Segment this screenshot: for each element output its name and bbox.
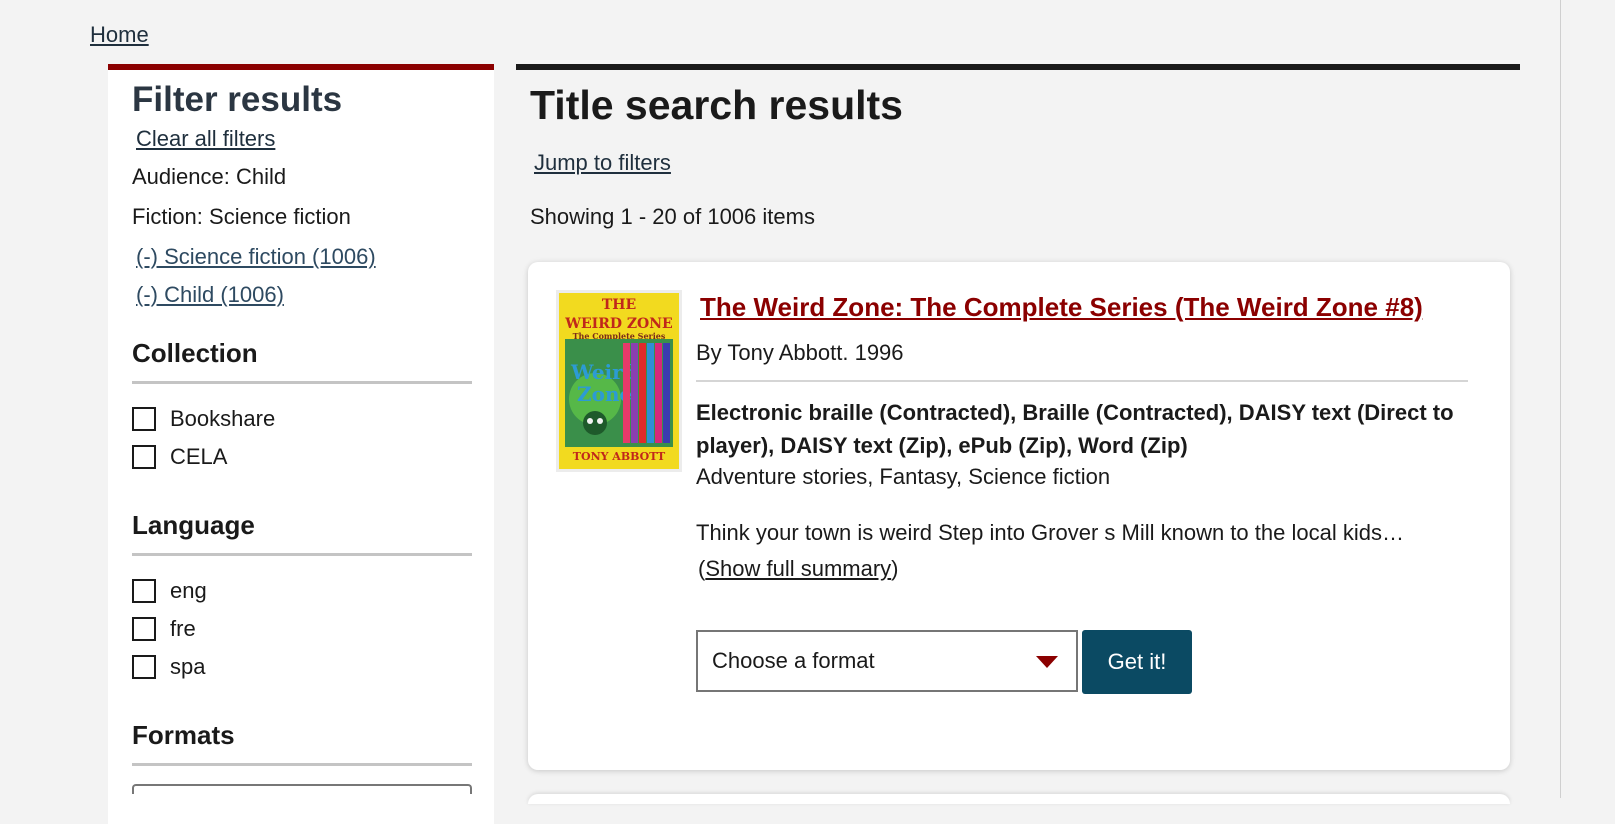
book-cover-image[interactable]: THE WEIRD ZONE The Complete Series Weird… bbox=[556, 290, 682, 472]
active-filter-audience: Audience: Child bbox=[132, 164, 287, 189]
active-filter-fiction: Fiction: Science fiction bbox=[132, 204, 351, 229]
page-title: Title search results bbox=[530, 82, 903, 128]
jump-to-filters-link[interactable]: Jump to filters bbox=[534, 150, 671, 176]
facet-heading-formats: Formats bbox=[132, 720, 472, 766]
breadcrumb-home-link[interactable]: Home bbox=[90, 22, 149, 47]
cover-title-line2: WEIRD ZONE bbox=[565, 316, 673, 332]
cover-author: TONY ABBOTT bbox=[572, 450, 666, 463]
book-title-link[interactable]: The Weird Zone: The Complete Series (The… bbox=[700, 292, 1423, 323]
filter-results-heading: Filter results bbox=[132, 80, 343, 119]
formats-filter-field[interactable] bbox=[132, 784, 472, 794]
facet-option-eng[interactable]: eng bbox=[132, 572, 470, 610]
facet-heading-language: Language bbox=[132, 510, 472, 556]
facet-option-label: Bookshare bbox=[170, 406, 276, 431]
search-results-main: Title search results Jump to filters Sho… bbox=[516, 64, 1520, 804]
facet-option-cela[interactable]: CELA bbox=[132, 438, 470, 476]
book-summary: Think your town is weird Step into Grove… bbox=[696, 520, 1404, 545]
get-it-button[interactable]: Get it! bbox=[1082, 630, 1192, 694]
book-genres: Adventure stories, Fantasy, Science fict… bbox=[696, 464, 1111, 489]
facet-option-label: spa bbox=[170, 654, 206, 679]
filter-sidebar: Filter results Clear all filters Audienc… bbox=[108, 64, 494, 824]
next-result-card bbox=[528, 794, 1510, 804]
format-select[interactable]: Choose a format bbox=[696, 630, 1078, 692]
breadcrumb: Home bbox=[90, 22, 149, 48]
summary-toggle: (Show full summary) bbox=[698, 556, 899, 581]
facet-option-label: fre bbox=[170, 616, 196, 641]
book-formats: Electronic braille (Contracted), Braille… bbox=[696, 400, 1454, 458]
facet-heading-collection: Collection bbox=[132, 338, 472, 384]
facet-option-label: eng bbox=[170, 578, 207, 603]
checkbox-fre[interactable] bbox=[132, 617, 156, 641]
facet-option-bookshare[interactable]: Bookshare bbox=[132, 400, 470, 438]
checkbox-spa[interactable] bbox=[132, 655, 156, 679]
clear-all-filters-link[interactable]: Clear all filters bbox=[136, 126, 470, 152]
checkbox-bookshare[interactable] bbox=[132, 407, 156, 431]
facet-option-fre[interactable]: fre bbox=[132, 610, 470, 648]
page-edge-divider bbox=[1560, 0, 1561, 798]
facet-option-label: CELA bbox=[170, 444, 228, 469]
results-count: Showing 1 - 20 of 1006 items bbox=[530, 204, 815, 229]
main-top-rule bbox=[516, 64, 1520, 70]
cover-title-line1: THE bbox=[601, 297, 637, 313]
chevron-down-icon bbox=[1036, 656, 1058, 668]
book-byline: By Tony Abbott. 1996 bbox=[696, 340, 904, 365]
cover-illustration: Weird Zone bbox=[565, 339, 673, 447]
checkbox-eng[interactable] bbox=[132, 579, 156, 603]
result-card: THE WEIRD ZONE The Complete Series Weird… bbox=[528, 262, 1510, 770]
show-full-summary-link[interactable]: Show full summary bbox=[705, 556, 891, 581]
remove-filter-science-fiction-link[interactable]: (-) Science fiction (1006) bbox=[136, 244, 470, 270]
remove-filter-child-link[interactable]: (-) Child (1006) bbox=[136, 282, 470, 308]
format-select-value: Choose a format bbox=[712, 648, 875, 673]
card-divider bbox=[696, 380, 1468, 382]
checkbox-cela[interactable] bbox=[132, 445, 156, 469]
facet-option-spa[interactable]: spa bbox=[132, 648, 470, 686]
